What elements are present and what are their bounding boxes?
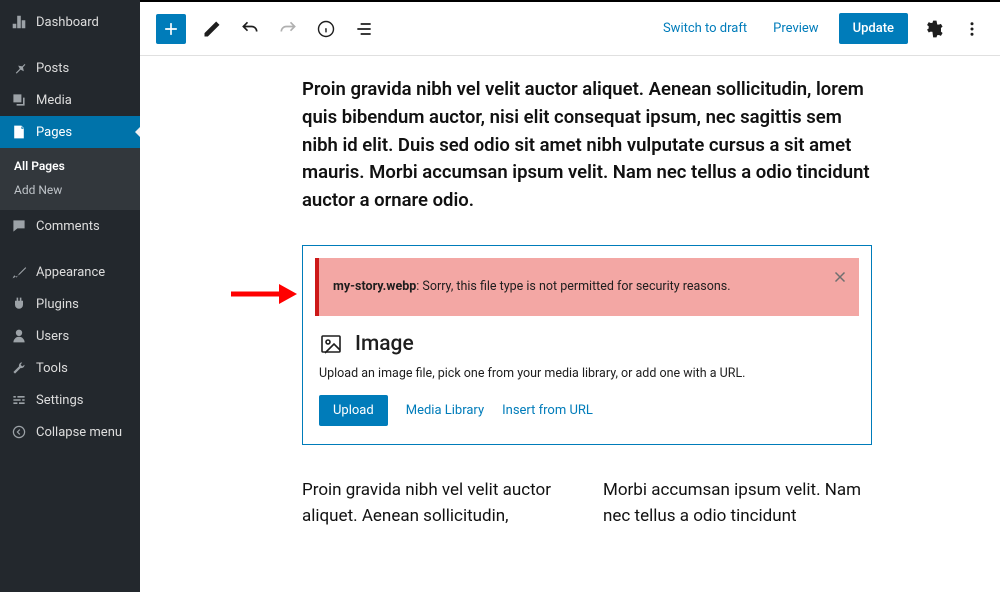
sliders-icon bbox=[10, 391, 28, 409]
edit-mode-icon[interactable] bbox=[200, 17, 224, 41]
editor-canvas[interactable]: Proin gravida nibh vel velit auctor aliq… bbox=[140, 56, 1000, 592]
sidebar-item-label: Appearance bbox=[36, 265, 105, 280]
close-icon[interactable] bbox=[831, 268, 849, 290]
more-menu-icon[interactable] bbox=[960, 17, 984, 41]
error-text: my-story.webp: Sorry, this file type is … bbox=[333, 279, 731, 294]
sidebar-item-label: Comments bbox=[36, 219, 100, 234]
sidebar-item-label: Plugins bbox=[36, 297, 79, 312]
sidebar-item-label: Dashboard bbox=[36, 15, 99, 30]
error-filename: my-story.webp bbox=[333, 279, 416, 294]
sidebar-item-collapse[interactable]: Collapse menu bbox=[0, 416, 140, 448]
image-block[interactable]: my-story.webp: Sorry, this file type is … bbox=[302, 245, 872, 445]
user-icon bbox=[10, 327, 28, 345]
wrench-icon bbox=[10, 359, 28, 377]
pin-icon bbox=[10, 59, 28, 77]
collapse-icon bbox=[10, 423, 28, 441]
error-message: : Sorry, this file type is not permitted… bbox=[416, 279, 730, 294]
sidebar-item-users[interactable]: Users bbox=[0, 320, 140, 352]
sidebar-item-label: Collapse menu bbox=[36, 425, 122, 440]
upload-button[interactable]: Upload bbox=[319, 395, 388, 426]
plug-icon bbox=[10, 295, 28, 313]
media-library-button[interactable]: Media Library bbox=[406, 403, 484, 418]
brush-icon bbox=[10, 263, 28, 281]
sidebar-item-plugins[interactable]: Plugins bbox=[0, 288, 140, 320]
admin-sidebar: Dashboard Posts Media Pages All Pages Ad… bbox=[0, 0, 140, 592]
sidebar-item-comments[interactable]: Comments bbox=[0, 210, 140, 242]
sidebar-item-tools[interactable]: Tools bbox=[0, 352, 140, 384]
sidebar-item-posts[interactable]: Posts bbox=[0, 52, 140, 84]
add-block-button[interactable] bbox=[156, 14, 186, 44]
sidebar-subitem-all-pages[interactable]: All Pages bbox=[0, 154, 140, 178]
sidebar-item-label: Media bbox=[36, 93, 72, 108]
topbar-left-tools bbox=[156, 14, 376, 44]
column-right[interactable]: Morbi accumsan ipsum velit. Nam nec tell… bbox=[603, 477, 872, 530]
image-block-title: Image bbox=[355, 332, 414, 356]
image-block-help: Upload an image file, pick one from your… bbox=[315, 366, 859, 395]
editor-main: Switch to draft Preview Update Proin gra… bbox=[140, 0, 1000, 592]
image-icon bbox=[319, 332, 343, 356]
sidebar-item-label: Tools bbox=[36, 361, 68, 376]
redo-icon bbox=[276, 17, 300, 41]
sidebar-item-settings[interactable]: Settings bbox=[0, 384, 140, 416]
editor-topbar: Switch to draft Preview Update bbox=[140, 2, 1000, 56]
sidebar-item-label: Posts bbox=[36, 61, 69, 76]
comment-icon bbox=[10, 217, 28, 235]
sidebar-item-label: Pages bbox=[36, 125, 72, 140]
update-button[interactable]: Update bbox=[839, 13, 908, 44]
preview-button[interactable]: Preview bbox=[767, 21, 824, 36]
column-left[interactable]: Proin gravida nibh vel velit auctor aliq… bbox=[302, 477, 571, 530]
sidebar-submenu-pages: All Pages Add New bbox=[0, 148, 140, 210]
switch-to-draft-button[interactable]: Switch to draft bbox=[657, 21, 753, 36]
undo-icon[interactable] bbox=[238, 17, 262, 41]
sidebar-item-label: Users bbox=[36, 329, 69, 344]
sidebar-item-pages[interactable]: Pages bbox=[0, 116, 140, 148]
error-notice: my-story.webp: Sorry, this file type is … bbox=[315, 258, 859, 316]
sidebar-subitem-add-new[interactable]: Add New bbox=[0, 178, 140, 202]
sidebar-item-appearance[interactable]: Appearance bbox=[0, 256, 140, 288]
image-block-heading: Image bbox=[315, 332, 859, 366]
sidebar-item-media[interactable]: Media bbox=[0, 84, 140, 116]
columns-block[interactable]: Proin gravida nibh vel velit auctor aliq… bbox=[302, 477, 872, 530]
insert-from-url-button[interactable]: Insert from URL bbox=[502, 403, 593, 418]
info-icon[interactable] bbox=[314, 17, 338, 41]
outline-icon[interactable] bbox=[352, 17, 376, 41]
content-column: Proin gravida nibh vel velit auctor aliq… bbox=[302, 76, 872, 529]
image-block-actions: Upload Media Library Insert from URL bbox=[315, 395, 859, 432]
settings-gear-icon[interactable] bbox=[922, 17, 946, 41]
media-icon bbox=[10, 91, 28, 109]
sidebar-item-label: Settings bbox=[36, 393, 83, 408]
annotation-arrow-icon bbox=[231, 284, 297, 304]
dashboard-icon bbox=[10, 13, 28, 31]
page-icon bbox=[10, 123, 28, 141]
paragraph-block[interactable]: Proin gravida nibh vel velit auctor aliq… bbox=[302, 76, 872, 215]
sidebar-item-dashboard[interactable]: Dashboard bbox=[0, 6, 140, 38]
